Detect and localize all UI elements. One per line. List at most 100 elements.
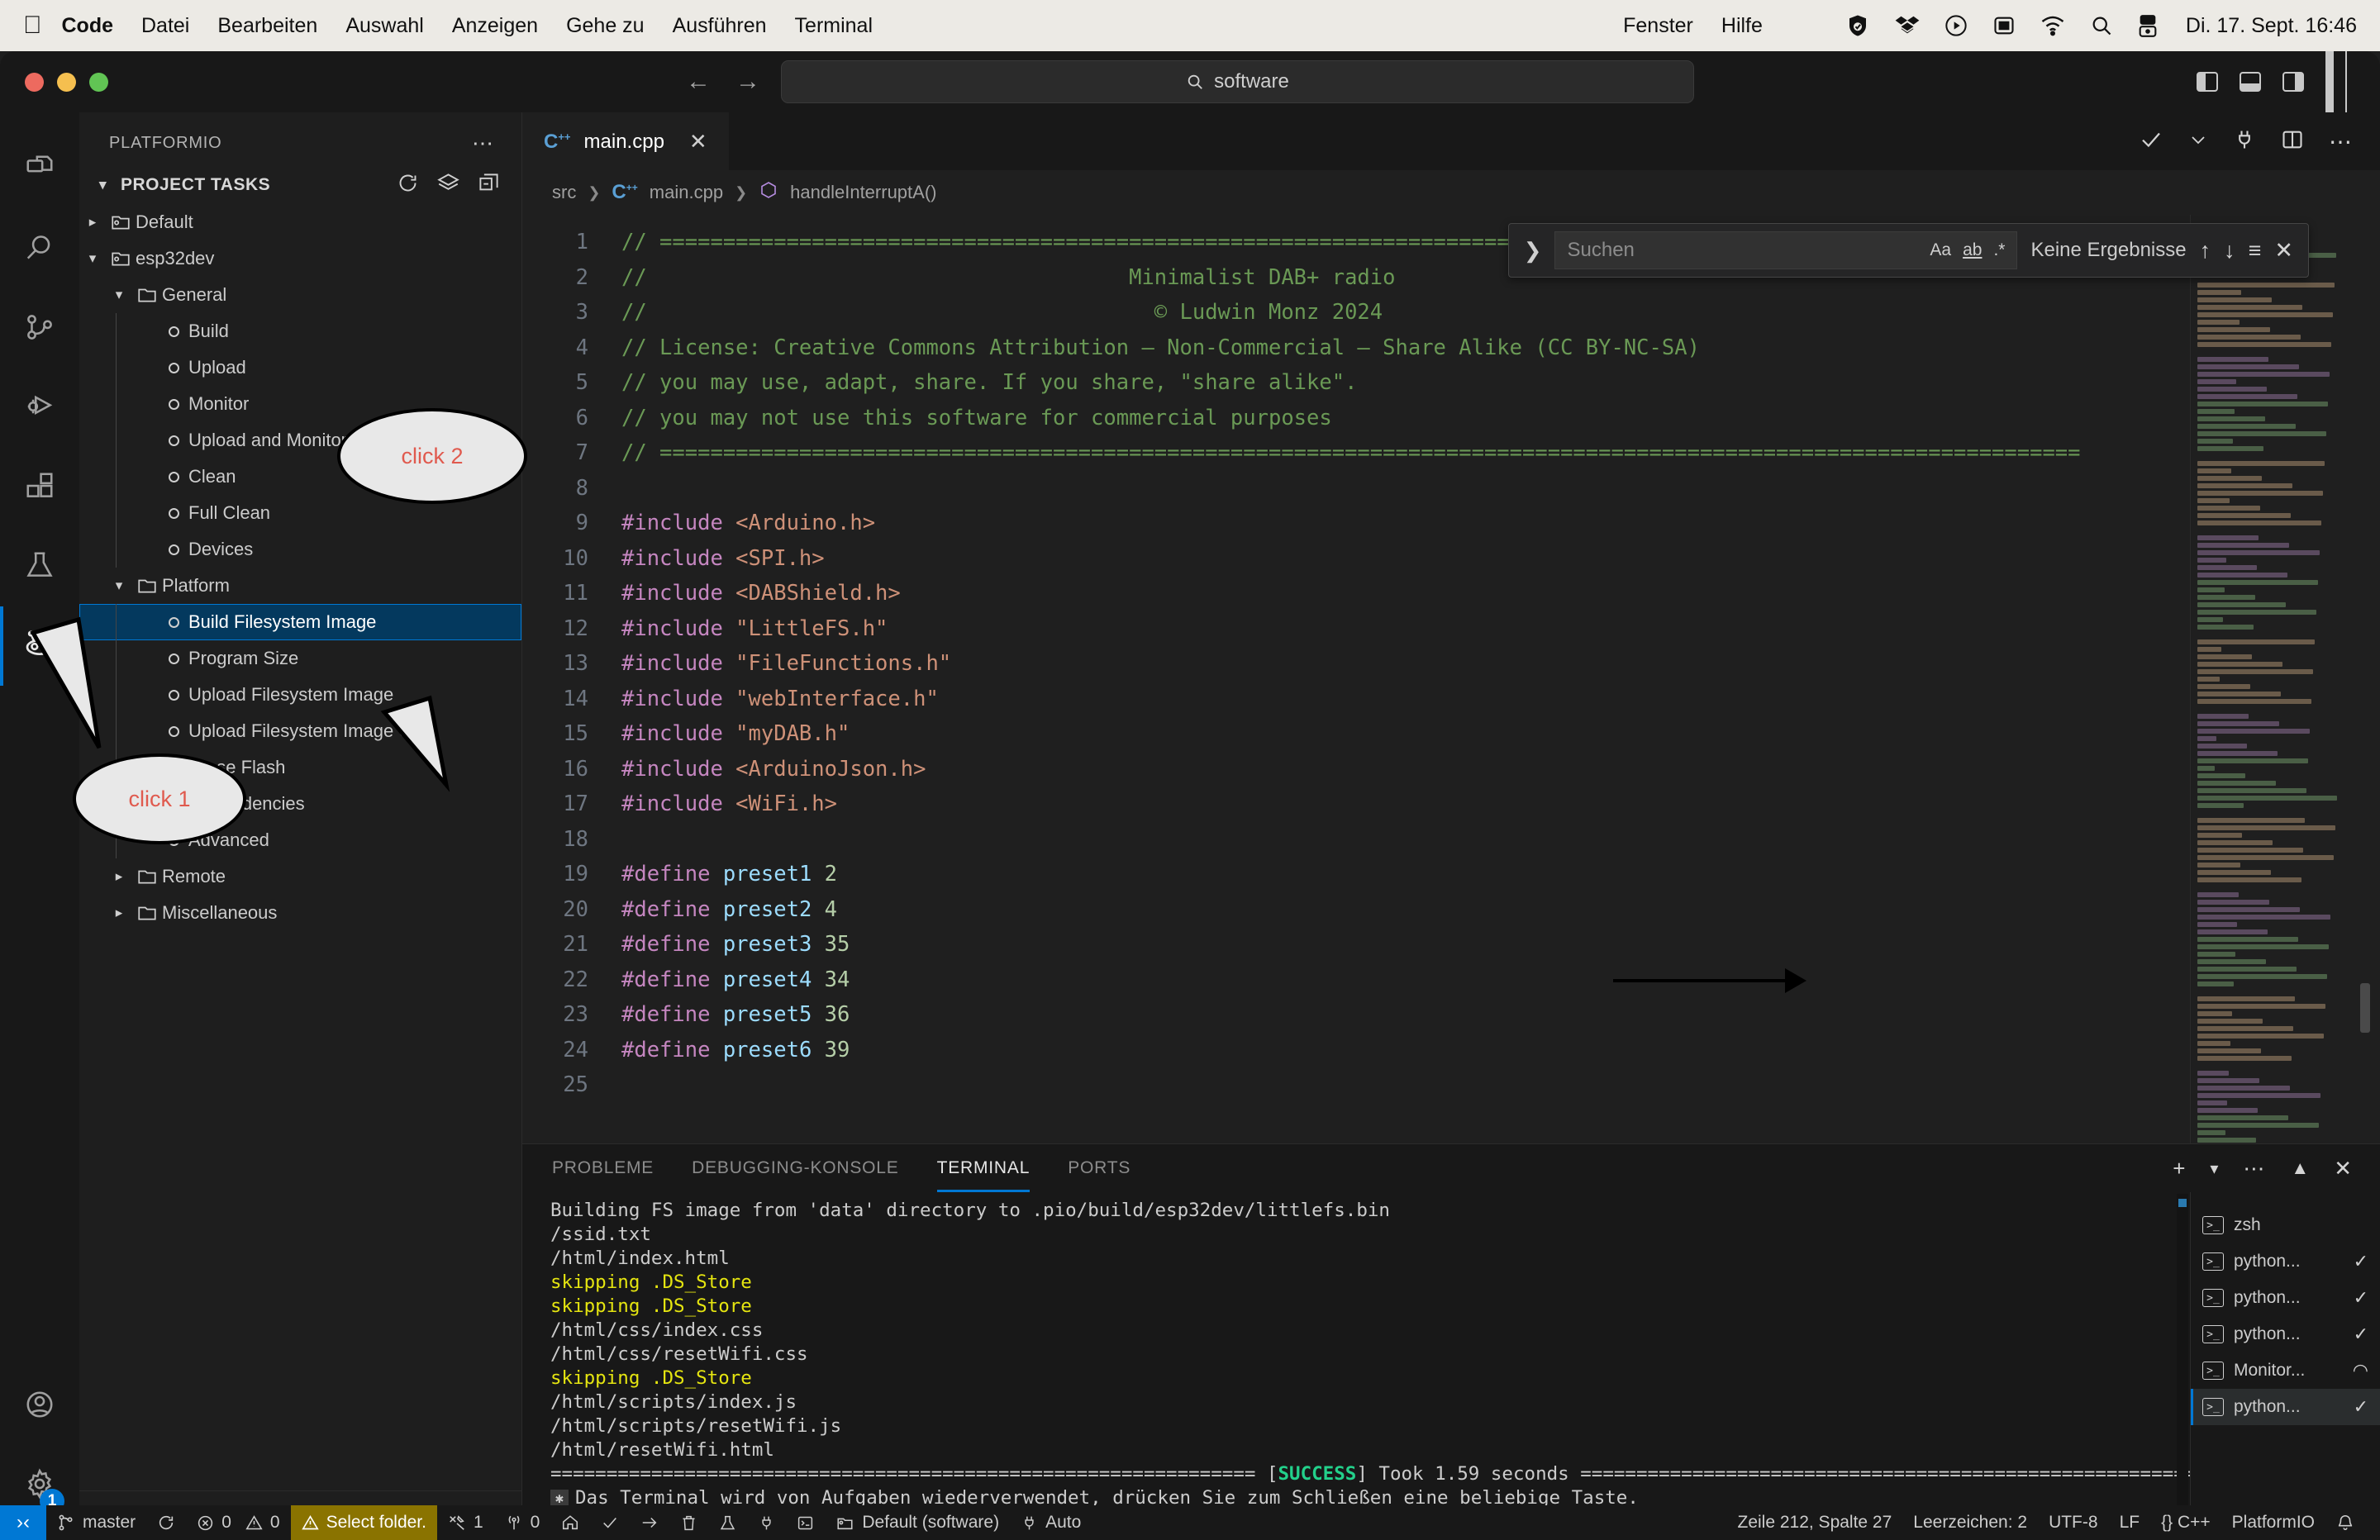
tree-item-build[interactable]: Build (79, 313, 521, 349)
arrow-down-icon[interactable]: ↓ (2224, 238, 2235, 264)
terminal-list-item[interactable]: >_ Monitor... ◠ (2191, 1352, 2380, 1389)
maximize-panel-icon[interactable]: ▲ (2291, 1157, 2309, 1179)
chevron-down-icon[interactable]: ▾ (106, 578, 132, 594)
close-icon[interactable]: ✕ (2274, 238, 2293, 264)
activity-platformio[interactable] (0, 606, 79, 686)
status-sync[interactable] (146, 1505, 186, 1540)
panel-tab-terminal[interactable]: TERMINAL (936, 1144, 1031, 1192)
refresh-icon[interactable] (397, 172, 419, 199)
apple-icon[interactable]:  (23, 13, 42, 38)
tab-main-cpp[interactable]: C++ main.cpp ✕ (522, 112, 729, 170)
status-cursor-position[interactable]: Zeile 212, Spalte 27 (1727, 1505, 1903, 1540)
terminal-list-item[interactable]: >_ python... ✓ (2191, 1316, 2380, 1352)
terminal-list-item[interactable]: >_ python... ✓ (2191, 1243, 2380, 1280)
terminal-list-item[interactable]: >_ python... ✓ (2191, 1389, 2380, 1425)
menu-item-code[interactable]: Code (62, 14, 114, 38)
menu-item-gehe-zu[interactable]: Gehe zu (566, 14, 645, 38)
toggle-panel-icon[interactable] (2240, 72, 2261, 92)
minimize-window-button[interactable] (57, 72, 76, 92)
status-pio-remote[interactable]: 0 (494, 1505, 551, 1540)
find-in-selection-icon[interactable]: ≡ (2249, 238, 2262, 264)
new-terminal-icon[interactable]: + (2173, 1156, 2185, 1181)
wifi-icon[interactable] (2040, 15, 2065, 36)
activity-account[interactable] (0, 1367, 79, 1446)
find-input[interactable]: Suchen Aa ab .* (1554, 231, 2018, 269)
status-pio-test[interactable] (708, 1505, 747, 1540)
activity-search[interactable] (0, 210, 79, 289)
plug-icon[interactable] (2233, 128, 2256, 155)
tree-item-upload-filesystem-image-ota[interactable]: Upload Filesystem Image OTA (79, 713, 521, 749)
tree-item-miscellaneous[interactable]: ▸ Miscellaneous (79, 895, 521, 931)
menu-item-ausfuehren[interactable]: Ausführen (673, 14, 767, 38)
status-notifications[interactable] (2325, 1505, 2365, 1540)
status-pio-serial[interactable] (747, 1505, 786, 1540)
breadcrumb-src[interactable]: src (552, 182, 576, 203)
layers-icon[interactable] (437, 172, 459, 199)
maximize-window-button[interactable] (89, 72, 108, 92)
chevron-right-icon[interactable]: ▸ (79, 214, 106, 231)
panel-tab-ports[interactable]: PORTS (1068, 1144, 1130, 1192)
section-project-tasks[interactable]: ▾ PROJECT TASKS (79, 166, 521, 204)
status-branch[interactable]: master (46, 1505, 146, 1540)
code-content[interactable]: 1 // ====================================… (522, 215, 2380, 1103)
match-case-icon[interactable]: Aa (1930, 240, 1951, 260)
collapse-all-icon[interactable] (478, 172, 500, 199)
scrollbar-thumb[interactable] (2360, 983, 2370, 1033)
status-indentation[interactable]: Leerzeichen: 2 (1902, 1505, 2038, 1540)
status-encoding[interactable]: UTF-8 (2038, 1505, 2109, 1540)
tree-item-platform[interactable]: ▾ Platform (79, 568, 521, 604)
status-pio-check[interactable] (590, 1505, 630, 1540)
status-pio-env[interactable]: Default (software) (825, 1505, 1010, 1540)
dropbox-icon[interactable] (1895, 13, 1920, 38)
tree-item-program-size[interactable]: Program Size (79, 640, 521, 677)
tree-item-remote[interactable]: ▸ Remote (79, 858, 521, 895)
menu-item-datei[interactable]: Datei (141, 14, 189, 38)
status-pio-upload[interactable] (630, 1505, 669, 1540)
activity-extensions[interactable] (0, 448, 79, 527)
status-pio-port[interactable]: Auto (1010, 1505, 1092, 1540)
more-actions-icon[interactable]: ⋯ (2243, 1156, 2266, 1181)
tree-item-esp32dev[interactable]: ▾ esp32dev (79, 240, 521, 277)
status-pio-terminal[interactable] (786, 1505, 825, 1540)
menu-item-fenster[interactable]: Fenster (1623, 14, 1693, 38)
play-circle-icon[interactable] (1944, 14, 1968, 37)
status-pio-home[interactable] (550, 1505, 590, 1540)
regex-icon[interactable]: .* (1993, 240, 2005, 260)
search-icon[interactable] (2090, 14, 2113, 37)
terminal-list-item[interactable]: >_ zsh (2191, 1207, 2380, 1243)
status-errors[interactable]: 0 0 (186, 1505, 290, 1540)
close-panel-icon[interactable]: ✕ (2334, 1156, 2352, 1181)
chevron-down-icon[interactable]: ▾ (106, 287, 132, 303)
menu-item-anzeigen[interactable]: Anzeigen (452, 14, 538, 38)
chevron-right-icon[interactable]: ❯ (1524, 238, 1542, 264)
back-arrow-icon[interactable]: ← (686, 68, 711, 96)
more-actions-icon[interactable]: ⋯ (472, 131, 495, 156)
activity-source-control[interactable] (0, 289, 79, 368)
close-icon[interactable]: ✕ (689, 129, 707, 154)
toggle-secondary-sidebar-icon[interactable] (2282, 72, 2304, 92)
check-icon[interactable] (2139, 127, 2163, 156)
arrow-up-icon[interactable]: ↑ (2200, 238, 2211, 264)
status-eol[interactable]: LF (2109, 1505, 2151, 1540)
menu-item-bearbeiten[interactable]: Bearbeiten (217, 14, 317, 38)
chevron-down-icon[interactable]: ▾ (2210, 1158, 2218, 1179)
control-center-icon[interactable] (2138, 14, 2158, 37)
menu-item-terminal[interactable]: Terminal (795, 14, 873, 38)
panel-tab-debugging-konsole[interactable]: DEBUGGING-KONSOLE (692, 1144, 898, 1192)
tree-item-default[interactable]: ▸ Default (79, 204, 521, 240)
toggle-primary-sidebar-icon[interactable] (2197, 72, 2218, 92)
forward-arrow-icon[interactable]: → (735, 68, 760, 96)
tree-item-upload[interactable]: Upload (79, 349, 521, 386)
menubar-clock[interactable]: Di. 17. Sept. 16:46 (2186, 14, 2357, 38)
split-editor-icon[interactable] (2281, 128, 2304, 155)
status-select-folder[interactable]: Select folder. (290, 1505, 437, 1540)
whole-word-icon[interactable]: ab (1963, 240, 1982, 260)
activity-explorer[interactable] (0, 131, 79, 210)
close-window-button[interactable] (25, 72, 44, 92)
tree-item-build-filesystem-image[interactable]: Build Filesystem Image (79, 604, 521, 640)
terminal-list-item[interactable]: >_ python... ✓ (2191, 1280, 2380, 1316)
activity-testing[interactable] (0, 527, 79, 606)
tree-item-devices[interactable]: Devices (79, 531, 521, 568)
status-platformio[interactable]: PlatformIO (2221, 1505, 2325, 1540)
chevron-down-icon[interactable]: ▾ (79, 250, 106, 267)
